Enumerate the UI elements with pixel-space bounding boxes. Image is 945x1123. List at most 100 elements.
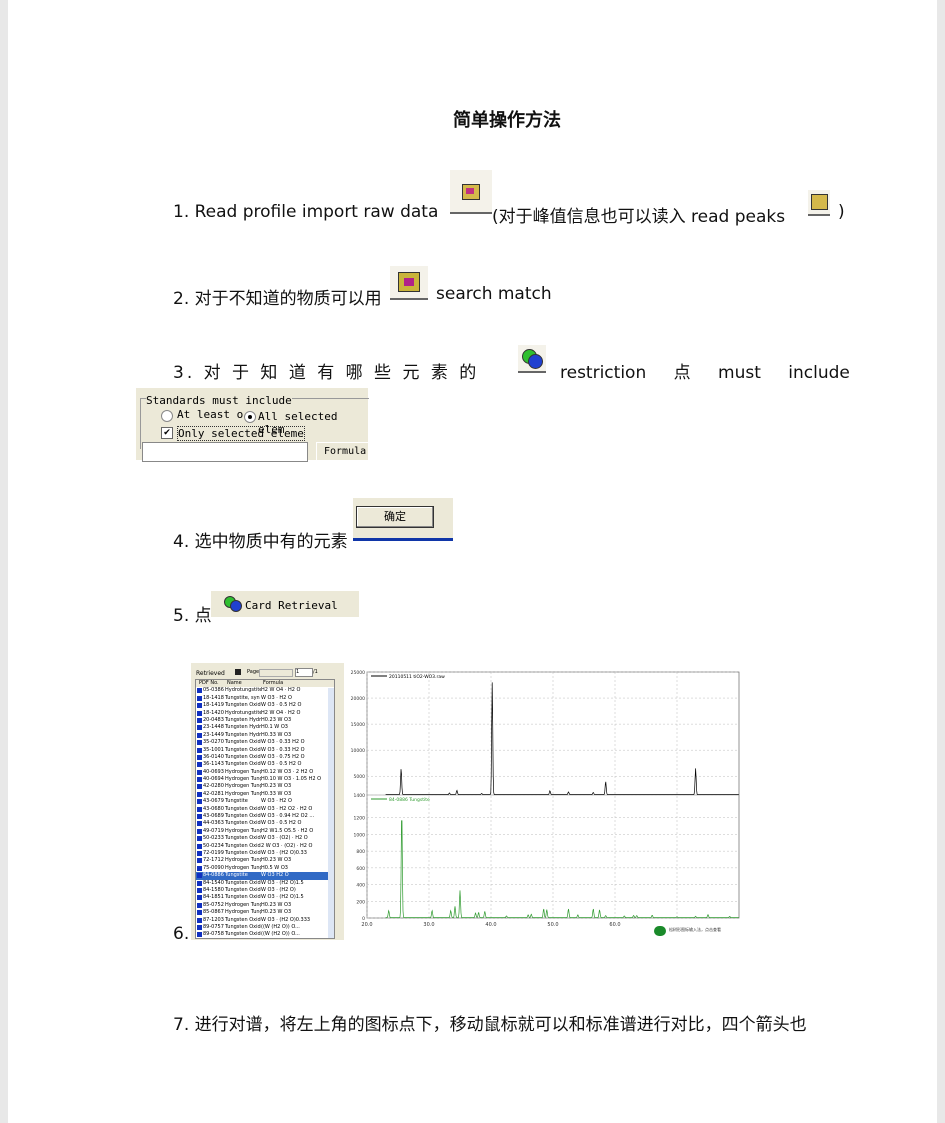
x-tick-label: 50.0 bbox=[547, 922, 558, 928]
at-least-radio[interactable] bbox=[161, 410, 173, 422]
formula: ((W (H2 O)) O... bbox=[261, 931, 300, 938]
list-item[interactable]: 84-1851Tungsten Oxide Hyd...W O3 · (H2 O… bbox=[196, 894, 334, 901]
pdf-number: 43-0680 bbox=[203, 805, 224, 812]
search-match-icon bbox=[390, 266, 428, 300]
phase-name: Tungsten Oxide Hyd... bbox=[225, 879, 261, 886]
list-item[interactable]: 23-1449Tungsten Hydrogen ...H0.33 W O3 bbox=[196, 732, 334, 739]
list-item[interactable]: 43-0679 Tungstite W O3 · H2 O bbox=[196, 798, 334, 805]
list-item[interactable]: 89-0758Tungsten Oxide Hyd...((W (H2 O)) … bbox=[196, 931, 334, 938]
step-1-close: ) bbox=[838, 202, 845, 222]
list-item[interactable]: 44-0363Tungsten Oxide Hyd...W O3 · 0.5 H… bbox=[196, 820, 334, 827]
formula: W O3 · 0.5 H2 O bbox=[261, 761, 302, 768]
read-peaks-icon bbox=[808, 190, 830, 216]
list-item[interactable]: 89-0757Tungsten Oxide Hyd...((W (H2 O)) … bbox=[196, 924, 334, 931]
pdf-number: 23-1448 bbox=[203, 724, 224, 731]
list-item[interactable]: 42-0280Hydrogen Tungsten ...H0.23 W O3 bbox=[196, 783, 334, 790]
pdf-number: 43-0679 bbox=[203, 798, 224, 805]
results-list[interactable]: PDF No. Name Formula 05-0386 Hydrotungstite… bbox=[195, 679, 335, 939]
list-item[interactable]: 43-0689Tungsten Oxide Per...W O3 · 0.94 … bbox=[196, 813, 334, 820]
ad-popup[interactable]: 松树形图标输入法，点击查看 bbox=[651, 921, 746, 940]
list-item[interactable]: 35-1001Tungsten Oxide Hyd...W O3 · 0.33 … bbox=[196, 747, 334, 754]
list-item[interactable]: 75-0090Hydrogen Tungsten ...H0.5 W O3 bbox=[196, 865, 334, 872]
list-item[interactable]: 72-1712Hydrogen Tungsten ...H0.23 W O3 bbox=[196, 857, 334, 864]
confirm-button[interactable]: 确定 bbox=[356, 506, 434, 528]
formula: W O3 · (H2 O)0.33 bbox=[261, 849, 307, 856]
formula: W O3 · H2 O bbox=[261, 798, 292, 805]
folder-icon bbox=[197, 717, 202, 723]
folder-icon bbox=[197, 836, 202, 842]
y-tick-label: 1200 bbox=[354, 816, 366, 822]
pdf-number: 42-0281 bbox=[203, 790, 224, 797]
list-item[interactable]: 20-0483Tungsten Hydrogen ...H0.23 W O3 bbox=[196, 717, 334, 724]
list-item[interactable]: 50-0233Tungsten Oxide Per...W O3 · (O2) … bbox=[196, 835, 334, 842]
pdf-number: 05-0386 bbox=[203, 687, 224, 694]
folder-icon bbox=[197, 895, 202, 901]
folder-icon bbox=[197, 917, 202, 923]
pdf-number: 89-0757 bbox=[203, 923, 224, 930]
only-selected-checkbox[interactable]: ✔ bbox=[161, 427, 173, 439]
list-item[interactable]: 40-0693Hydrogen Tungsten ...H0.12 W O3 ·… bbox=[196, 769, 334, 776]
all-selected-radio[interactable] bbox=[244, 411, 256, 423]
list-item[interactable]: 85-0867Hydrogen Tungsten ...H0.23 W O3 bbox=[196, 909, 334, 916]
save-icon[interactable] bbox=[235, 669, 241, 675]
phase-name: Tungsten Oxide Per... bbox=[225, 835, 261, 842]
pdf-number: 85-0752 bbox=[203, 901, 224, 908]
list-item[interactable]: 84-1580Tungsten Oxide Hyd...W O3 · (H2 O… bbox=[196, 887, 334, 894]
list-item[interactable]: 23-1448Tungsten Hydrogen ...H0.1 W O3 bbox=[196, 724, 334, 731]
folder-icon bbox=[197, 710, 202, 716]
standards-panel: Standards must include At least o All se… bbox=[136, 388, 369, 462]
x-tick-label: 30.0 bbox=[423, 922, 434, 928]
phase-name: Tungsten Oxide Per... bbox=[225, 813, 261, 820]
folder-icon bbox=[197, 924, 202, 930]
list-item[interactable]: 84-0886 Tungstite W O3 H2 O bbox=[196, 872, 334, 880]
pdf-number: 50-0234 bbox=[203, 842, 224, 849]
list-item[interactable]: 49-0719Hydrogen Tungsten ...H2 W1.5 O5.5… bbox=[196, 828, 334, 835]
list-item[interactable]: 36-0140Tungsten Oxide Hyd...W O3 · 0.75 … bbox=[196, 754, 334, 761]
list-item[interactable]: 18-1420Hydrotungstite, synH2 W O4 · H2 O bbox=[196, 710, 334, 717]
folder-icon bbox=[197, 754, 202, 760]
phase-name: Hydrotungstite bbox=[225, 687, 261, 694]
phase-name: Hydrogen Tungsten ... bbox=[225, 783, 261, 790]
element-list[interactable] bbox=[142, 442, 308, 462]
document-page: 简单操作方法 1. Read profile import raw data (… bbox=[8, 0, 937, 1123]
folder-icon bbox=[197, 902, 202, 908]
page-nav-buttons[interactable] bbox=[259, 669, 293, 677]
phase-name: Tungsten Oxide Hyd... bbox=[225, 753, 261, 760]
folder-icon bbox=[197, 703, 202, 709]
y-tick-label: 1400 bbox=[354, 793, 366, 799]
pdf-number: 89-0758 bbox=[203, 931, 224, 938]
card-retrieval-menu-item[interactable]: Card Retrieval bbox=[211, 590, 359, 617]
page-input[interactable]: 1 bbox=[295, 668, 313, 677]
formula-tab[interactable]: Formula bbox=[324, 446, 366, 457]
list-item[interactable]: 40-0694Hydrogen Tungsten ...H0.10 W O3 ·… bbox=[196, 776, 334, 783]
folder-icon bbox=[197, 769, 202, 775]
list-item[interactable]: 35-0270Tungsten Oxide Hyd...W O3 · 0.33 … bbox=[196, 739, 334, 746]
list-item[interactable]: 36-1143Tungsten Oxide Hyd...W O3 · 0.5 H… bbox=[196, 761, 334, 768]
list-header: PDF No. Name Formula bbox=[196, 680, 334, 688]
list-item[interactable]: 05-0386 Hydrotungstite H2 W O4 · H2 O bbox=[196, 687, 334, 694]
list-item[interactable]: 42-0281Hydrogen Tungsten ...H0.33 W O3 bbox=[196, 791, 334, 798]
series-line bbox=[385, 682, 739, 795]
list-item[interactable]: 43-0680Tungsten Oxide Per...W O3 · H2 O2… bbox=[196, 806, 334, 813]
y-tick-label: 5000 bbox=[354, 774, 366, 780]
pdf-number: 50-0233 bbox=[203, 835, 224, 842]
step-6-text: 6. bbox=[173, 924, 190, 944]
formula: H0.33 W O3 bbox=[261, 731, 292, 738]
list-item[interactable]: 18-1419Tungsten Oxide Hyd...W O3 · 0.5 H… bbox=[196, 702, 334, 709]
list-item[interactable]: 72-0199Tungsten Oxide Hyd...W O3 · (H2 O… bbox=[196, 850, 334, 857]
formula: H0.33 W O3 bbox=[261, 790, 292, 797]
step-7-text: 7. 进行对谱，将左上角的图标点下，移动鼠标就可以和标准谱进行对比，四个箭头也 bbox=[173, 1015, 807, 1035]
pdf-number: 40-0694 bbox=[203, 776, 224, 783]
folder-icon bbox=[197, 777, 202, 783]
list-item[interactable]: 84-1540Tungsten Oxide Hyd...W O3 · (H2 O… bbox=[196, 880, 334, 887]
list-item[interactable]: 87-1203Tungsten Oxide Hyd...W O3 · (H2 O… bbox=[196, 917, 334, 924]
phase-name: Tungsten Oxide Hyd... bbox=[225, 739, 261, 746]
list-item[interactable]: 85-0752Hydrogen Tungsten ...H0.23 W O3 bbox=[196, 902, 334, 909]
list-item[interactable]: 50-0234Tungsten Oxide Per...2 W O3 · (O2… bbox=[196, 843, 334, 850]
list-scrollbar[interactable] bbox=[328, 688, 334, 938]
formula: ((W (H2 O)) O... bbox=[261, 923, 300, 930]
x-tick-label: 40.0 bbox=[485, 922, 496, 928]
page-total: /1 bbox=[313, 669, 318, 675]
legend-label: 20110511 tiO2-WO3.raw bbox=[389, 674, 445, 680]
list-item[interactable]: 18-1418 Tungstite, syn W O3 · H2 O bbox=[196, 695, 334, 702]
